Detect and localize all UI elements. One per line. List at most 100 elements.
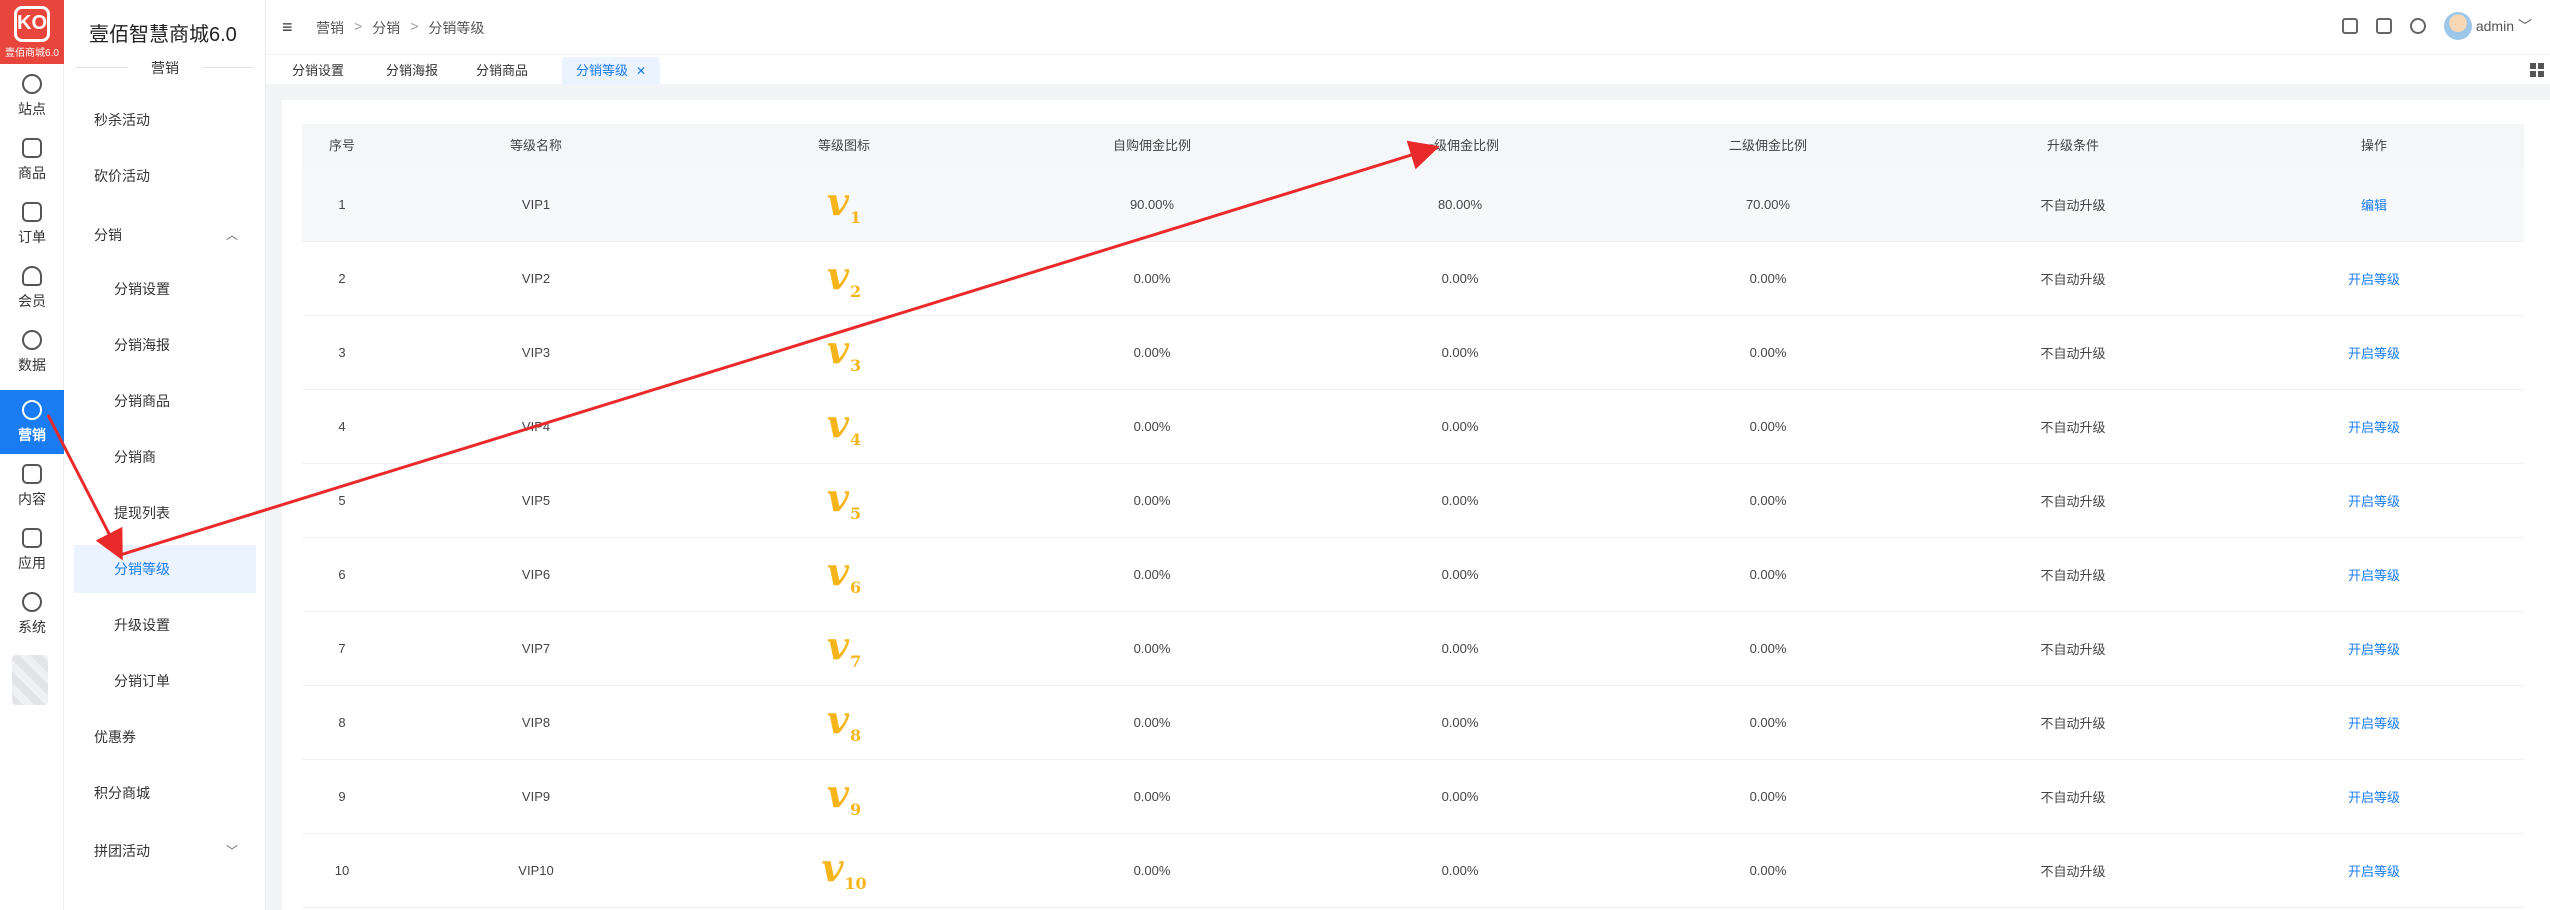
edit-button[interactable]: 编辑 xyxy=(2361,195,2387,214)
rail-item-goods[interactable]: 商品 xyxy=(0,128,64,192)
menu-item-coupons[interactable]: 优惠券 xyxy=(74,713,256,761)
cell-level-icon: v1 xyxy=(690,168,998,241)
table-row: 6 VIP6 v6 0.00% 0.00% 0.00% 不自动升级 开启等级 xyxy=(302,538,2524,612)
rail-item-content[interactable]: 内容 xyxy=(0,454,64,518)
box-icon xyxy=(22,527,42,548)
vip-badge-icon: v8 xyxy=(826,696,862,746)
cell-upgrade-condition: 不自动升级 xyxy=(2040,790,2106,805)
tab-distribution-poster[interactable]: 分销海报 xyxy=(372,57,452,85)
menu-toggle-icon[interactable]: ≡ xyxy=(282,17,293,38)
menu-item-distribution-settings[interactable]: 分销设置 xyxy=(74,265,256,313)
header-level2-commission: 二级佣金比例 xyxy=(1728,138,1807,153)
cell-upgrade-condition: 不自动升级 xyxy=(2040,420,2106,435)
menu-item-distribution-poster[interactable]: 分销海报 xyxy=(74,321,256,369)
enable-level-button[interactable]: 开启等级 xyxy=(2348,491,2400,510)
cell-actions: 开启等级 xyxy=(2224,242,2524,315)
cell-self-commission: 0.00% xyxy=(1133,789,1171,804)
table-row: 8 VIP8 v8 0.00% 0.00% 0.00% 不自动升级 开启等级 xyxy=(302,686,2524,760)
vip-badge-icon: v1 xyxy=(826,178,862,228)
table-row: 1 VIP1 v1 90.00% 80.00% 70.00% 不自动升级 编辑 xyxy=(302,168,2524,242)
menu-item-distribution-level[interactable]: 分销等级 xyxy=(74,545,256,593)
menu-item-group-buy[interactable]: 拼团活动 ﹀ xyxy=(74,827,256,875)
cell-level2-commission: 0.00% xyxy=(1749,271,1787,286)
enable-level-button[interactable]: 开启等级 xyxy=(2348,269,2400,288)
cell-actions: 开启等级 xyxy=(2224,538,2524,611)
language-icon[interactable] xyxy=(2375,18,2392,34)
menu-item-upgrade-settings[interactable]: 升级设置 xyxy=(74,601,256,649)
cell-level1-commission: 0.00% xyxy=(1441,493,1479,508)
user-icon xyxy=(22,265,42,286)
grid-menu-icon[interactable] xyxy=(2530,63,2544,77)
cell-level-icon: v7 xyxy=(690,612,998,685)
cell-level1-commission: 0.00% xyxy=(1441,271,1479,286)
rail-item-system[interactable]: 系统 xyxy=(0,582,64,646)
breadcrumb-item[interactable]: 营销 xyxy=(316,18,344,38)
header-self-commission: 自购佣金比例 xyxy=(1112,138,1191,153)
menu-item-distributor[interactable]: 分销商 xyxy=(74,433,256,481)
rail-item-members[interactable]: 会员 xyxy=(0,256,64,320)
cell-level-name: VIP10 xyxy=(518,863,554,878)
user-menu[interactable]: admin ﹀ xyxy=(2443,12,2532,40)
cell-level1-commission: 0.00% xyxy=(1441,345,1479,360)
cell-level2-commission: 0.00% xyxy=(1749,715,1787,730)
cell-level-icon: v4 xyxy=(690,390,998,463)
chevron-down-icon: ﹀ xyxy=(225,844,238,858)
user-avatar-blurred[interactable] xyxy=(12,655,48,705)
breadcrumb-item[interactable]: 分销 xyxy=(372,18,400,38)
rail-item-marketing[interactable]: 营销 xyxy=(0,390,64,454)
cell-level-name: VIP1 xyxy=(521,197,551,212)
vip-badge-icon: v4 xyxy=(826,400,862,450)
cell-index: 9 xyxy=(338,789,346,804)
enable-level-button[interactable]: 开启等级 xyxy=(2348,417,2400,436)
tab-distribution-settings[interactable]: 分销设置 xyxy=(278,57,358,85)
cell-level1-commission: 0.00% xyxy=(1441,641,1479,656)
fullscreen-icon[interactable] xyxy=(2341,18,2358,34)
cell-self-commission: 0.00% xyxy=(1133,419,1171,434)
logo-subtitle: 壹佰商城6.0 xyxy=(5,47,59,59)
folder-icon xyxy=(22,463,42,484)
table-row: 4 VIP4 v4 0.00% 0.00% 0.00% 不自动升级 开启等级 xyxy=(302,390,2524,464)
secondary-menu: 壹佰智慧商城6.0 营销 秒杀活动 砍价活动 分销 ︿ 分销设置 分销海报 分销商… xyxy=(64,0,266,910)
enable-level-button[interactable]: 开启等级 xyxy=(2348,565,2400,584)
cell-index: 6 xyxy=(338,567,346,582)
cell-level-name: VIP5 xyxy=(521,493,551,508)
table-row: 3 VIP3 v3 0.00% 0.00% 0.00% 不自动升级 开启等级 xyxy=(302,316,2524,390)
close-icon[interactable]: ✕ xyxy=(636,64,646,78)
enable-level-button[interactable]: 开启等级 xyxy=(2348,861,2400,880)
enable-level-button[interactable]: 开启等级 xyxy=(2348,787,2400,806)
enable-level-button[interactable]: 开启等级 xyxy=(2348,713,2400,732)
cell-actions: 开启等级 xyxy=(2224,760,2524,833)
cell-actions: 开启等级 xyxy=(2224,612,2524,685)
table-row: 7 VIP7 v7 0.00% 0.00% 0.00% 不自动升级 开启等级 xyxy=(302,612,2524,686)
menu-item-seckill[interactable]: 秒杀活动 xyxy=(74,96,256,144)
rail-item-data[interactable]: 数据 xyxy=(0,320,64,384)
enable-level-button[interactable]: 开启等级 xyxy=(2348,343,2400,362)
tab-distribution-level[interactable]: 分销等级 ✕ xyxy=(562,57,661,85)
menu-item-distribution-orders[interactable]: 分销订单 xyxy=(74,657,256,705)
menu-item-distribution-goods[interactable]: 分销商品 xyxy=(74,377,256,425)
table-row: 2 VIP2 v2 0.00% 0.00% 0.00% 不自动升级 开启等级 xyxy=(302,242,2524,316)
cell-level1-commission: 0.00% xyxy=(1441,715,1479,730)
cell-level-icon: v2 xyxy=(690,242,998,315)
cell-level1-commission: 80.00% xyxy=(1437,197,1483,212)
chevron-up-icon: ︿ xyxy=(225,228,238,242)
menu-item-bargain[interactable]: 砍价活动 xyxy=(74,152,256,200)
vip-badge-icon: v2 xyxy=(826,252,862,302)
cell-index: 2 xyxy=(338,271,346,286)
tab-distribution-goods[interactable]: 分销商品 xyxy=(462,57,542,85)
menu-item-withdraw-list[interactable]: 提现列表 xyxy=(74,489,256,537)
cell-level1-commission: 0.00% xyxy=(1441,419,1479,434)
tab-label: 分销等级 xyxy=(576,63,629,78)
cell-level1-commission: 0.00% xyxy=(1441,789,1479,804)
vip-badge-icon: v7 xyxy=(826,622,862,672)
rail-item-apps[interactable]: 应用 xyxy=(0,518,64,582)
theme-icon[interactable] xyxy=(2409,18,2426,34)
menu-item-distribution[interactable]: 分销 ︿ xyxy=(74,211,256,259)
header-level1-commission: 一级佣金比例 xyxy=(1420,138,1499,153)
menu-item-points-mall[interactable]: 积分商城 xyxy=(74,769,256,817)
app-logo[interactable]: KO 壹佰商城6.0 xyxy=(0,0,64,64)
enable-level-button[interactable]: 开启等级 xyxy=(2348,639,2400,658)
cell-level-name: VIP2 xyxy=(521,271,551,286)
rail-item-site[interactable]: 站点 xyxy=(0,64,64,128)
rail-item-orders[interactable]: 订单 xyxy=(0,192,64,256)
